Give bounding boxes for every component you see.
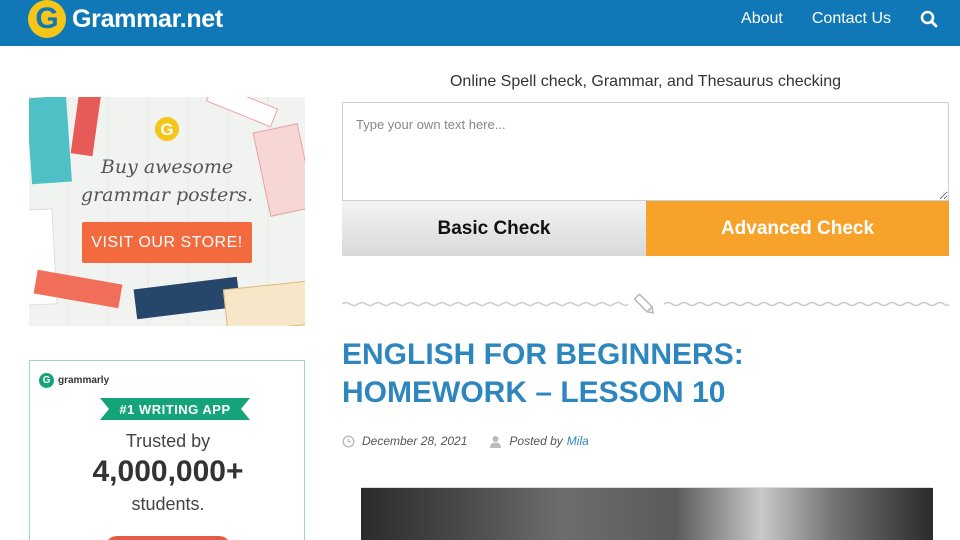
basic-check-button[interactable]: Basic Check (342, 201, 646, 256)
checker-title: Online Spell check, Grammar, and Thesaur… (449, 73, 841, 90)
pencil-icon (634, 293, 655, 314)
visit-store-button[interactable]: VISIT OUR STORE! (82, 222, 252, 263)
ad-headline-line1: Buy awesome (100, 156, 234, 178)
post-title-line2: HOMEWORK – LESSON 10 (342, 376, 726, 409)
logo-text: Grammar.net (72, 4, 223, 33)
post-title-line1: ENGLISH FOR BEGINNERS: (342, 338, 744, 371)
grammarly-cta-button[interactable] (105, 536, 231, 540)
advanced-check-button[interactable]: Advanced Check (646, 201, 949, 256)
site-header: G Grammar.net About Contact Us (0, 0, 960, 46)
posters-ad[interactable]: G Buy awesome grammar posters. VISIT OUR… (29, 97, 305, 326)
grammarly-name: grammarly (58, 375, 110, 386)
text-input[interactable] (342, 102, 949, 201)
grammar-net-small-g-icon: G (155, 117, 179, 141)
logo-g-icon: G (28, 0, 66, 38)
grammarly-brand: G grammarly (39, 373, 109, 388)
writing-app-ribbon: #1 WRITING APP (100, 398, 250, 420)
posted-by-label: Posted by (509, 434, 563, 448)
poster-decoration (205, 97, 279, 128)
grammarly-logo-icon: G (39, 373, 54, 388)
students-text: students. (131, 494, 205, 514)
ad-headline-line2: grammar posters. (80, 184, 254, 206)
user-count: 4,000,000+ (92, 455, 244, 488)
main-nav: About Contact Us (741, 0, 960, 38)
nav-contact-us[interactable]: Contact Us (812, 10, 891, 28)
post-featured-image (361, 487, 933, 540)
logo-letter: G (35, 1, 59, 35)
search-icon[interactable] (920, 10, 938, 28)
post-title[interactable]: ENGLISH FOR BEGINNERS: HOMEWORK – LESSON… (342, 336, 942, 412)
grammarly-ad[interactable]: G grammarly #1 WRITING APP Trusted by 4,… (29, 360, 305, 540)
post-meta: December 28, 2021 Posted by Mila (342, 433, 589, 449)
nav-about[interactable]: About (741, 10, 783, 28)
author-link[interactable]: Mila (567, 434, 589, 448)
user-icon (489, 435, 502, 448)
poster-decoration (70, 97, 102, 157)
post-date: December 28, 2021 (362, 434, 468, 448)
trusted-by-text: Trusted by (125, 431, 211, 451)
poster-decoration (222, 280, 305, 326)
site-logo[interactable]: G Grammar.net (28, 0, 223, 38)
wavy-divider (341, 292, 950, 316)
clock-icon (342, 434, 355, 448)
